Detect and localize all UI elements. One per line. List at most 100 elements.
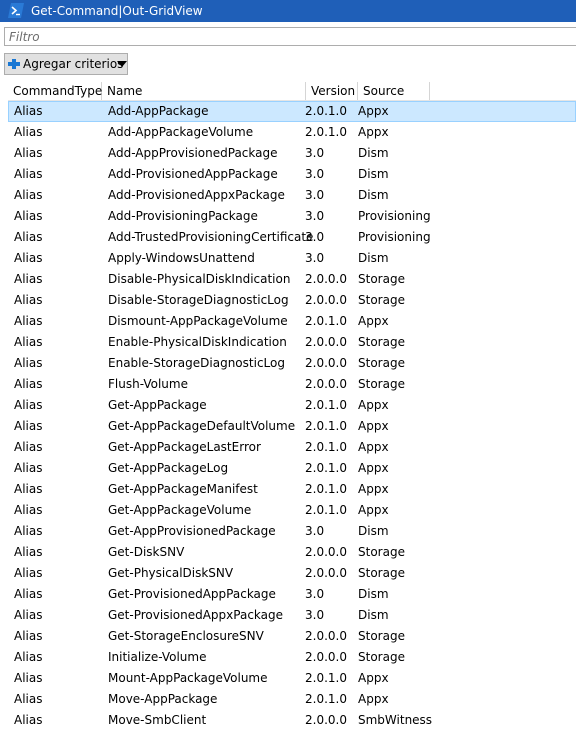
cell-version: 2.0.0.0 [305,629,347,643]
cell-commandtype: Alias [14,482,43,496]
cell-name: Get-PhysicalDiskSNV [108,566,234,580]
cell-name: Add-AppPackageVolume [108,125,254,139]
cell-version: 3.0 [305,524,325,538]
cell-commandtype: Alias [14,272,43,286]
cell-source: Provisioning [358,209,431,223]
cell-source: Storage [358,335,405,349]
table-row[interactable]: Alias Get-ProvisionedAppxPackage 3.0 Dism [8,605,576,626]
column-header-commandtype[interactable]: CommandType [8,82,102,100]
table-row[interactable]: Alias Enable-PhysicalDiskIndication 2.0.0.… [8,332,576,353]
cell-version: 2.0.1.0 [305,461,347,475]
table-row[interactable]: Alias Get-AppPackage 2.0.1.0 Appx [8,395,576,416]
table-row[interactable]: Alias Move-SmbClient 2.0.0.0 SmbWitness [8,710,576,730]
cell-commandtype: Alias [14,503,43,517]
table-row[interactable]: Alias Get-AppPackageVolume 2.0.1.0 Appx [8,500,576,521]
table-row[interactable]: Alias Dismount-AppPackageVolume 2.0.1.0 App… [8,311,576,332]
cell-source: Dism [358,608,389,622]
cell-name: Get-AppPackageVolume [108,503,252,517]
table-row[interactable]: Alias Get-DiskSNV 2.0.0.0 Storage [8,542,576,563]
cell-source: Dism [358,146,389,160]
cell-commandtype: Alias [14,419,43,433]
results-grid[interactable]: CommandType Name Version Source Alias Add… [8,82,576,730]
table-row[interactable]: Alias Apply-WindowsUnattend 3.0 Dism [8,248,576,269]
cell-version: 2.0.1.0 [305,398,347,412]
cell-source: Appx [358,482,389,496]
cell-version: 2.0.0.0 [305,293,347,307]
cell-version: 2.0.0.0 [305,377,347,391]
cell-version: 3.0 [305,251,325,265]
cell-version: 3.0 [305,608,325,622]
table-row[interactable]: Alias Mount-AppPackageVolume 2.0.1.0 Appx [8,668,576,689]
cell-name: Get-AppPackageManifest [108,482,258,496]
table-row[interactable]: Alias Get-PhysicalDiskSNV 2.0.0.0 Storage [8,563,576,584]
plus-icon [8,59,20,69]
column-header-source[interactable]: Source [358,82,430,100]
table-row[interactable]: Alias Add-AppProvisionedPackage 3.0 Dism [8,143,576,164]
cell-version: 3.0 [305,209,325,223]
table-row[interactable]: Alias Add-ProvisionedAppxPackage 3.0 Dism [8,185,576,206]
cell-commandtype: Alias [14,545,43,559]
table-row[interactable]: Alias Initialize-Volume 2.0.0.0 Storage [8,647,576,668]
cell-source: Storage [358,566,405,580]
table-row[interactable]: Alias Add-TrustedProvisioningCertificate 3… [8,227,576,248]
cell-commandtype: Alias [14,524,43,538]
powershell-icon [8,3,24,18]
table-row[interactable]: Alias Move-AppPackage 2.0.1.0 Appx [8,689,576,710]
cell-commandtype: Alias [14,629,43,643]
cell-version: 3.0 [305,230,325,244]
add-criteria-button[interactable]: Agregar criterios [4,53,128,75]
cell-source: Dism [358,251,389,265]
table-row[interactable]: Alias Add-ProvisionedAppPackage 3.0 Dism [8,164,576,185]
cell-name: Get-AppPackageDefaultVolume [108,419,296,433]
table-row[interactable]: Alias Enable-StorageDiagnosticLog 2.0.0.0 S… [8,353,576,374]
filter-input[interactable] [5,28,569,45]
table-row[interactable]: Alias Add-AppPackage 2.0.1.0 Appx [8,101,576,122]
cell-source: Dism [358,524,389,538]
cell-commandtype: Alias [14,104,43,118]
cell-commandtype: Alias [14,671,43,685]
cell-name: Get-DiskSNV [108,545,185,559]
cell-commandtype: Alias [14,440,43,454]
cell-source: Storage [358,545,405,559]
table-row[interactable]: Alias Get-ProvisionedAppPackage 3.0 Dism [8,584,576,605]
cell-source: Storage [358,377,405,391]
cell-source: Appx [358,419,389,433]
cell-source: Storage [358,650,405,664]
filter-box[interactable] [4,27,576,46]
column-header-version[interactable]: Version [306,82,358,100]
cell-version: 2.0.0.0 [305,356,347,370]
cell-name: Add-AppProvisionedPackage [108,146,278,160]
caret-down-icon [117,61,127,67]
cell-name: Get-StorageEnclosureSNV [108,629,264,643]
cell-name: Dismount-AppPackageVolume [108,314,288,328]
table-row[interactable]: Alias Add-AppPackageVolume 2.0.1.0 Appx [8,122,576,143]
table-row[interactable]: Alias Get-AppProvisionedPackage 3.0 Dism [8,521,576,542]
cell-commandtype: Alias [14,650,43,664]
table-row[interactable]: Alias Get-AppPackageLastError 2.0.1.0 Appx [8,437,576,458]
cell-name: Apply-WindowsUnattend [108,251,255,265]
cell-source: Dism [358,587,389,601]
cell-source: Appx [358,440,389,454]
table-row[interactable]: Alias Get-AppPackageDefaultVolume 2.0.1.0 A… [8,416,576,437]
cell-commandtype: Alias [14,251,43,265]
table-row[interactable]: Alias Get-AppPackageLog 2.0.1.0 Appx [8,458,576,479]
table-row[interactable]: Alias Disable-PhysicalDiskIndication 2.0.0… [8,269,576,290]
cell-source: Appx [358,314,389,328]
cell-name: Move-AppPackage [108,692,218,706]
column-header-name[interactable]: Name [102,82,306,100]
cell-source: Appx [358,125,389,139]
cell-commandtype: Alias [14,692,43,706]
cell-version: 2.0.1.0 [305,104,347,118]
table-row[interactable]: Alias Get-StorageEnclosureSNV 2.0.0.0 Stora… [8,626,576,647]
window-title: Get-Command|Out-GridView [31,4,203,18]
cell-name: Add-TrustedProvisioningCertificate [108,230,314,244]
table-row[interactable]: Alias Get-AppPackageManifest 2.0.1.0 Appx [8,479,576,500]
cell-name: Disable-PhysicalDiskIndication [108,272,291,286]
cell-commandtype: Alias [14,209,43,223]
cell-source: Storage [358,356,405,370]
cell-commandtype: Alias [14,188,43,202]
table-row[interactable]: Alias Add-ProvisioningPackage 3.0 Provision… [8,206,576,227]
table-row[interactable]: Alias Flush-Volume 2.0.0.0 Storage [8,374,576,395]
table-row[interactable]: Alias Disable-StorageDiagnosticLog 2.0.0.0… [8,290,576,311]
cell-commandtype: Alias [14,125,43,139]
